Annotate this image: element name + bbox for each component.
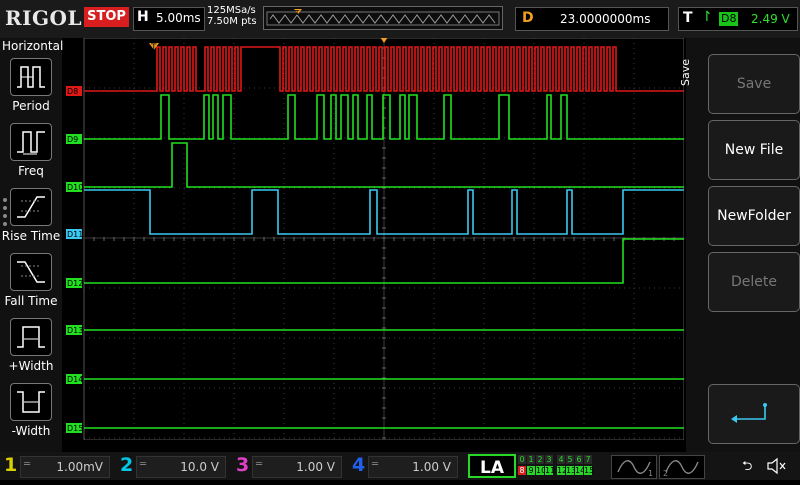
generator-2-button[interactable]: 2	[659, 455, 705, 479]
trigger-source: D8	[719, 12, 739, 26]
rise-time-icon	[17, 196, 45, 218]
channel-1-status[interactable]: 1 ═ 1.00mV	[4, 454, 114, 478]
new-file-button[interactable]: New File	[708, 120, 800, 180]
logic-analyzer-status[interactable]: LA 01234567 8 9 1011 12131415	[462, 454, 604, 478]
enter-return-icon	[731, 403, 767, 423]
negative-width-icon	[17, 391, 45, 413]
sample-rate: 125MSa/s	[207, 5, 256, 16]
save-menu: Save Save New File NewFolder Delete	[679, 38, 800, 452]
channel-scale: 1.00 V	[412, 460, 451, 474]
channel-3-status[interactable]: 3 ═ 1.00 V	[236, 454, 346, 478]
channel-label-d8: D8	[67, 87, 78, 96]
rising-edge-icon: ↾	[701, 9, 713, 25]
period-button[interactable]	[10, 58, 52, 96]
la-label: LA	[468, 454, 516, 478]
trigger-settings[interactable]: T ↾ D8 2.49 V	[678, 7, 798, 31]
positive-width-label: +Width	[8, 359, 54, 373]
rise-time-label: Rise Time	[1, 229, 61, 243]
frequency-measure-icon	[17, 131, 45, 155]
svg-text:T: T	[150, 43, 157, 53]
top-status-bar: RIGOL STOP H 5.00ms 125MSa/s 7.50M pts T…	[0, 0, 800, 38]
channel-number: 1	[4, 454, 18, 476]
period-measure-icon	[17, 66, 45, 88]
svg-text:2: 2	[663, 469, 668, 478]
save-menu-tab: Save	[679, 58, 693, 87]
channel-2-status[interactable]: 2 ═ 10.0 V	[120, 454, 230, 478]
brand-logo: RIGOL	[5, 6, 83, 30]
period-label: Period	[12, 99, 50, 113]
channel-number: 3	[236, 454, 250, 476]
coupling-icon: ═	[256, 459, 263, 470]
rise-time-button[interactable]	[10, 188, 52, 226]
usb-icon: ⮌	[742, 459, 753, 474]
trigger-label: T	[683, 10, 693, 26]
channel-label-d9: D9	[67, 135, 78, 144]
freq-button[interactable]	[10, 123, 52, 161]
channel-status-bar: 1 ═ 1.00mV 2 ═ 10.0 V 3 ═ 1.00 V 4 ═ 1.00 V …	[0, 452, 800, 480]
channel-4-status[interactable]: 4 ═ 1.00 V	[352, 454, 462, 478]
channel-scale: 10.0 V	[180, 460, 219, 474]
fall-time-button[interactable]	[10, 253, 52, 291]
sine-wave-icon: 1	[617, 460, 653, 478]
coupling-icon: ═	[140, 459, 147, 470]
waveform-display[interactable]: D8 D9 D10 D11 D12 D13 D14 D15 T	[64, 38, 684, 440]
channel-label-d13: D13	[67, 326, 83, 335]
sine-wave-icon: 2	[663, 460, 699, 478]
delete-button[interactable]: Delete	[708, 252, 800, 312]
memory-trigger-marker: T	[294, 9, 300, 17]
channel-label-d11: D11	[67, 230, 83, 239]
enter-button[interactable]	[708, 384, 800, 444]
memory-wave-icon: T	[266, 9, 500, 26]
fall-time-icon	[17, 261, 45, 283]
coupling-icon: ═	[372, 459, 379, 470]
la-channel-grid: 01234567 8 9 1011 12131415	[518, 455, 595, 475]
horizontal-timebase[interactable]: H 5.00ms	[133, 7, 205, 31]
freq-label: Freq	[18, 164, 44, 178]
horizontal-label: H	[137, 9, 149, 25]
svg-text:1: 1	[648, 469, 653, 478]
coupling-icon: ═	[24, 459, 31, 470]
generator-1-button[interactable]: 1	[611, 455, 657, 479]
run-stop-status[interactable]: STOP	[84, 7, 129, 27]
channel-number: 2	[120, 454, 134, 476]
positive-width-icon	[17, 326, 45, 348]
channel-scale: 1.00 V	[296, 460, 335, 474]
memory-overview[interactable]: T	[263, 6, 503, 30]
page-indicator	[3, 198, 7, 230]
timebase-value: 5.00ms	[156, 11, 201, 25]
menu-title: Horizontal	[2, 39, 64, 53]
channel-number: 4	[352, 454, 366, 476]
channel-label-d10: D10	[67, 183, 83, 192]
negative-width-label: -Width	[11, 424, 51, 438]
channel-label-d15: D15	[67, 424, 83, 433]
channel-scale: 1.00mV	[56, 460, 103, 474]
fall-time-label: Fall Time	[4, 294, 58, 308]
positive-width-button[interactable]	[10, 318, 52, 356]
channel-label-d12: D12	[67, 279, 83, 288]
speaker-muted-icon[interactable]	[764, 455, 788, 477]
memory-depth: 7.50M pts	[207, 16, 257, 27]
negative-width-button[interactable]	[10, 383, 52, 421]
new-folder-button[interactable]: NewFolder	[708, 186, 800, 246]
acquisition-info: 125MSa/s 7.50M pts	[207, 5, 257, 27]
trigger-level: 2.49 V	[751, 12, 790, 26]
horizontal-measure-menu: Horizontal Period Freq Rise Time Fall Ti…	[0, 38, 64, 452]
trigger-delay[interactable]: D 23.0000000ms	[515, 7, 669, 31]
save-button[interactable]: Save	[708, 54, 800, 114]
delay-value: 23.0000000ms	[560, 12, 651, 26]
delay-label: D	[522, 10, 534, 26]
channel-label-d14: D14	[67, 375, 83, 384]
